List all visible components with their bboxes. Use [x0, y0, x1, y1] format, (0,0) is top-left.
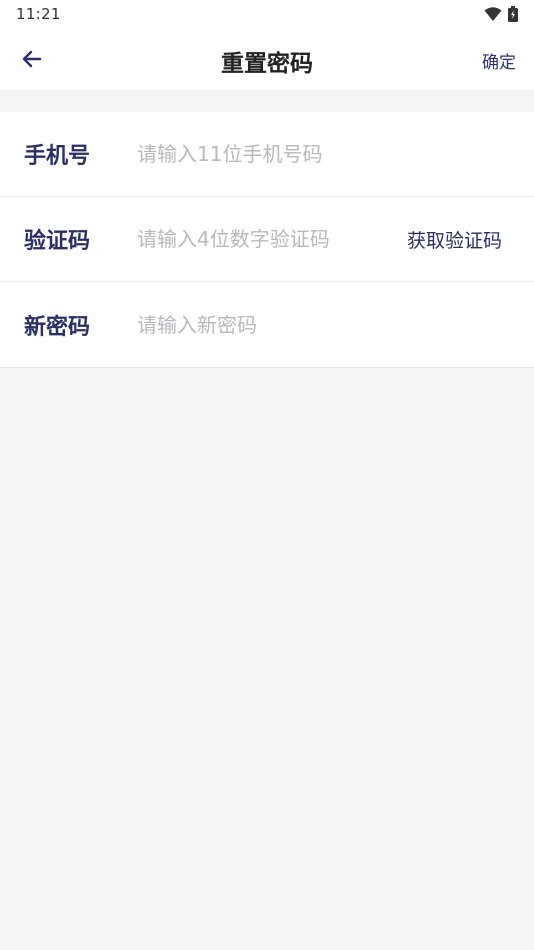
status-time: 11:21: [16, 5, 61, 23]
status-icons: [484, 6, 518, 22]
phone-row: 手机号: [0, 112, 534, 197]
code-input[interactable]: [137, 219, 387, 259]
get-code-button[interactable]: 获取验证码: [407, 226, 502, 253]
reset-password-form: 手机号 验证码 获取验证码 新密码: [0, 112, 534, 368]
app-bar: 重置密码 确定: [0, 28, 534, 90]
code-row: 验证码 获取验证码: [0, 197, 534, 282]
new-password-input[interactable]: [137, 304, 507, 345]
new-password-row: 新密码: [0, 282, 534, 368]
phone-input[interactable]: [137, 134, 507, 174]
battery-charging-icon: [508, 6, 518, 22]
wifi-icon: [484, 7, 502, 21]
new-password-label: 新密码: [24, 314, 91, 340]
status-bar: 11:21: [0, 0, 534, 28]
code-label: 验证码: [24, 229, 91, 254]
page-title: 重置密码: [221, 51, 313, 77]
confirm-button[interactable]: 确定: [482, 48, 516, 73]
phone-label: 手机号: [24, 144, 91, 169]
